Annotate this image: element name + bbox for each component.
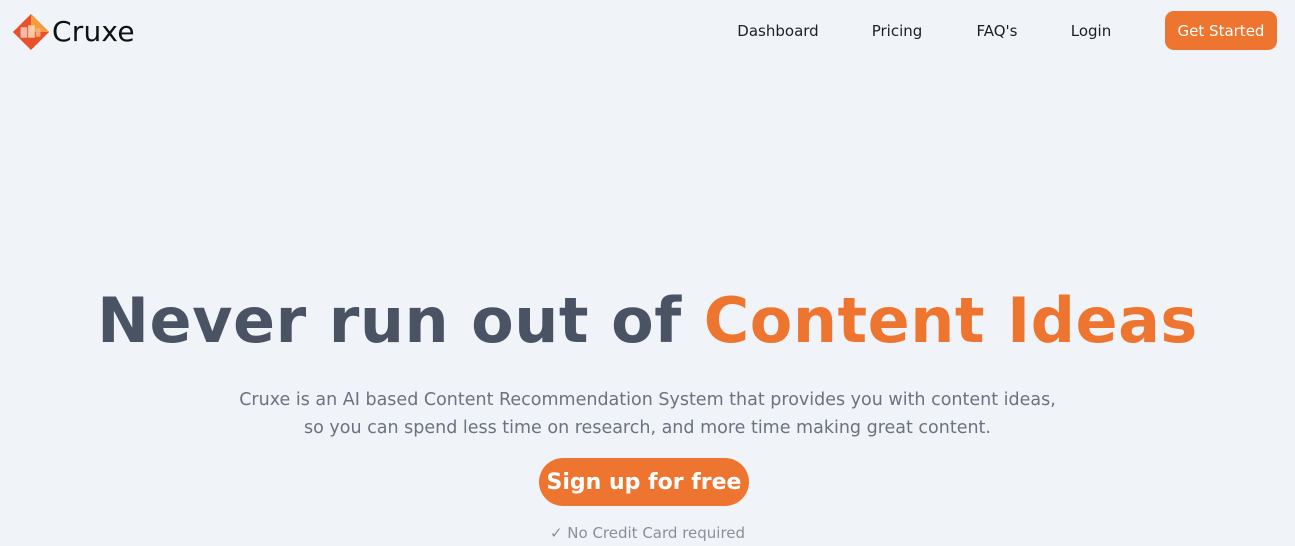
hero-section: Never run out of Content Ideas Cruxe is … [0, 0, 1295, 546]
subtitle-line-2: so you can spend less time on research, … [304, 418, 991, 438]
hero-headline: Never run out of Content Ideas [0, 278, 1295, 364]
headline-plain-text: Never run out of [97, 284, 704, 357]
sign-up-free-button[interactable]: Sign up for free [539, 458, 749, 506]
no-credit-card-note: ✓ No Credit Card required [549, 524, 746, 542]
hero-subtitle: Cruxe is an AI based Content Recommendat… [0, 386, 1295, 442]
headline-accent-text: Content Ideas [703, 284, 1198, 357]
subtitle-line-1: Cruxe is an AI based Content Recommendat… [239, 390, 1056, 410]
